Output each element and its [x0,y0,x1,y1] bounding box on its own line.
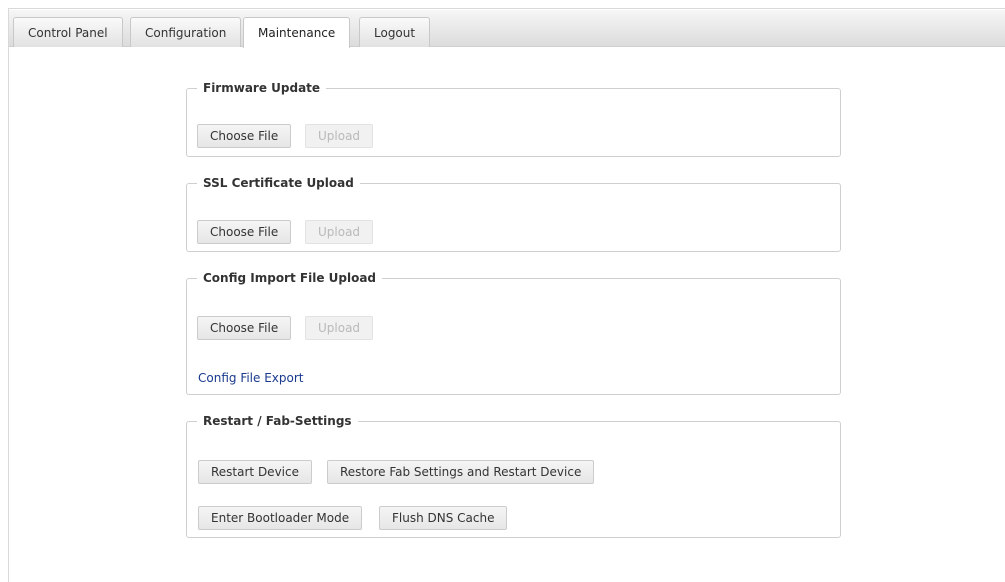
tab-logout[interactable]: Logout [359,17,431,47]
restart-fab-settings-section: Restart / Fab-Settings Restart Device Re… [186,413,841,538]
config-import-title: Config Import File Upload [197,270,383,286]
firmware-update-title: Firmware Update [197,80,327,96]
firmware-choose-file-button[interactable]: Choose File [197,124,292,148]
tab-bar: Control Panel Configuration Maintenance … [9,10,1005,48]
tab-control-panel[interactable]: Control Panel [13,17,123,47]
flush-dns-cache-button[interactable]: Flush DNS Cache [379,506,508,530]
tab-configuration[interactable]: Configuration [130,17,242,47]
restore-fab-settings-button[interactable]: Restore Fab Settings and Restart Device [327,460,595,484]
firmware-update-section: Firmware Update Choose File Upload [186,80,841,157]
restart-fab-settings-title: Restart / Fab-Settings [197,413,358,429]
ssl-choose-file-button[interactable]: Choose File [197,220,292,244]
tab-maintenance[interactable]: Maintenance [243,17,351,48]
config-file-export-link[interactable]: Config File Export [198,371,304,385]
restart-device-button[interactable]: Restart Device [198,460,312,484]
ssl-certificate-title: SSL Certificate Upload [197,175,360,191]
enter-bootloader-mode-button[interactable]: Enter Bootloader Mode [198,506,363,530]
firmware-upload-button[interactable]: Upload [305,124,374,148]
ssl-upload-button[interactable]: Upload [305,220,374,244]
config-import-section: Config Import File Upload Choose File Up… [186,270,841,395]
config-upload-button[interactable]: Upload [305,316,374,340]
ssl-certificate-section: SSL Certificate Upload Choose File Uploa… [186,175,841,252]
config-choose-file-button[interactable]: Choose File [197,316,292,340]
